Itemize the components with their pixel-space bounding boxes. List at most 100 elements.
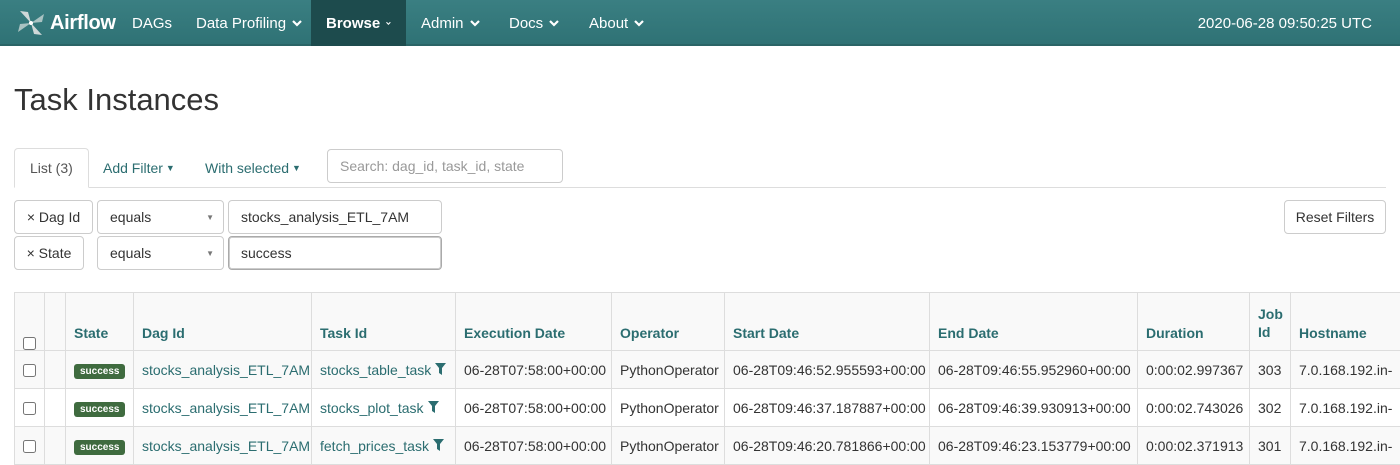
nav-about-label: About	[589, 15, 628, 32]
operator-cell: PythonOperator	[612, 351, 725, 389]
brand-name: Airflow	[50, 12, 116, 35]
filter-icon[interactable]	[433, 439, 444, 452]
dag-id-link[interactable]: stocks_analysis_ETL_7AM	[142, 362, 310, 378]
state-filter-input[interactable]: success	[228, 236, 442, 270]
table-header-row: State Dag Id Task Id Execution Date Oper…	[15, 293, 1400, 351]
chevron-down-icon	[292, 20, 302, 27]
state-cell: success	[66, 351, 134, 389]
task-instances-table: State Dag Id Task Id Execution Date Oper…	[14, 292, 1400, 465]
dag-id-cell: stocks_analysis_ETL_7AM	[134, 351, 312, 389]
duration-cell: 0:00:02.997367	[1138, 351, 1250, 389]
remove-state-filter-button[interactable]: × State	[14, 236, 84, 270]
state-filter-value: success	[241, 245, 292, 261]
task-id-link[interactable]: fetch_prices_task	[320, 438, 429, 454]
tab-list[interactable]: List (3)	[14, 148, 89, 188]
reset-filters-label: Reset Filters	[1296, 209, 1375, 225]
nav-data-profiling[interactable]: Data Profiling	[181, 0, 317, 46]
search-input[interactable]	[327, 149, 563, 183]
nav-admin[interactable]: Admin	[406, 0, 495, 46]
nav-data-profiling-label: Data Profiling	[196, 15, 286, 32]
row-select-cell	[15, 389, 45, 427]
row-checkbox[interactable]	[23, 364, 36, 377]
status-badge: success	[74, 440, 125, 455]
job-id-cell: 302	[1250, 389, 1291, 427]
dag-id-operator-select[interactable]: equals ▼	[97, 200, 224, 234]
chevron-down-icon	[634, 20, 644, 27]
column-header-operator[interactable]: Operator	[612, 293, 725, 351]
dag-id-operator-value: equals	[110, 209, 151, 225]
select-all-checkbox[interactable]	[23, 337, 36, 350]
nav-about[interactable]: About	[574, 0, 659, 46]
caret-down-icon: ▼	[166, 163, 175, 173]
row-select-cell	[15, 351, 45, 389]
filter-icon[interactable]	[435, 363, 446, 376]
job-id-line-1: Job	[1258, 306, 1283, 322]
table-row: success stocks_analysis_ETL_7AM stocks_p…	[15, 389, 1400, 427]
dag-id-filter-input[interactable]: stocks_analysis_ETL_7AM	[228, 200, 442, 234]
column-header-execution-date[interactable]: Execution Date	[456, 293, 612, 351]
with-selected-dropdown[interactable]: With selected ▼	[190, 148, 316, 188]
pinwheel-icon	[14, 8, 48, 38]
nav-dags-label: DAGs	[132, 15, 172, 32]
status-badge: success	[74, 364, 125, 379]
column-header-hostname[interactable]: Hostname	[1291, 293, 1400, 351]
execution-date-cell: 06-28T07:58:00+00:00	[456, 389, 612, 427]
row-checkbox[interactable]	[23, 440, 36, 453]
row-checkbox[interactable]	[23, 402, 36, 415]
add-filter-label: Add Filter	[103, 160, 163, 176]
column-header-start-date[interactable]: Start Date	[725, 293, 930, 351]
chevron-down-icon	[549, 20, 559, 27]
select-all-cell	[15, 293, 45, 351]
start-date-cell: 06-28T09:46:37.187887+00:00	[725, 389, 930, 427]
column-header-state[interactable]: State	[66, 293, 134, 351]
table-row: success stocks_analysis_ETL_7AM stocks_t…	[15, 351, 1400, 389]
page-title: Task Instances	[14, 82, 219, 118]
task-id-cell: stocks_plot_task	[312, 389, 456, 427]
chevron-down-icon	[386, 20, 391, 27]
task-id-link[interactable]: stocks_table_task	[320, 362, 431, 378]
dag-id-filter-value: stocks_analysis_ETL_7AM	[241, 209, 409, 225]
column-header-task-id[interactable]: Task Id	[312, 293, 456, 351]
state-operator-value: equals	[110, 245, 151, 261]
chevron-down-icon	[470, 20, 480, 27]
nav-browse-label: Browse	[326, 15, 380, 32]
add-filter-dropdown[interactable]: Add Filter ▼	[88, 148, 190, 188]
dag-id-link[interactable]: stocks_analysis_ETL_7AM	[142, 438, 310, 454]
with-selected-label: With selected	[205, 160, 289, 176]
tab-list-label: List (3)	[30, 160, 73, 176]
airflow-logo[interactable]: Airflow	[14, 0, 116, 46]
end-date-cell: 06-28T09:46:39.930913+00:00	[930, 389, 1138, 427]
nav-docs[interactable]: Docs	[494, 0, 574, 46]
filter-icon[interactable]	[428, 401, 439, 414]
nav-browse[interactable]: Browse	[311, 0, 406, 46]
nav-admin-label: Admin	[421, 15, 464, 32]
status-badge: success	[74, 402, 125, 417]
state-operator-select[interactable]: equals ▼	[97, 236, 224, 270]
utc-clock: 2020-06-28 09:50:25 UTC	[1198, 0, 1372, 46]
column-header-duration[interactable]: Duration	[1138, 293, 1250, 351]
dag-id-cell: stocks_analysis_ETL_7AM	[134, 389, 312, 427]
row-actions-cell	[45, 389, 66, 427]
reset-filters-button[interactable]: Reset Filters	[1284, 200, 1386, 234]
duration-cell: 0:00:02.743026	[1138, 389, 1250, 427]
state-cell: success	[66, 389, 134, 427]
operator-cell: PythonOperator	[612, 389, 725, 427]
dag-id-link[interactable]: stocks_analysis_ETL_7AM	[142, 400, 310, 416]
remove-dag-id-filter-button[interactable]: × Dag Id	[14, 200, 93, 234]
job-id-cell: 303	[1250, 351, 1291, 389]
nav-docs-label: Docs	[509, 15, 543, 32]
column-header-end-date[interactable]: End Date	[930, 293, 1138, 351]
end-date-cell: 06-28T09:46:55.952960+00:00	[930, 351, 1138, 389]
select-arrow-icon: ▼	[206, 249, 214, 258]
start-date-cell: 06-28T09:46:52.955593+00:00	[725, 351, 930, 389]
column-header-job-id[interactable]: Job Id	[1250, 293, 1291, 351]
top-navbar: Airflow DAGs Data Profiling Browse Admin…	[0, 0, 1400, 46]
task-id-link[interactable]: stocks_plot_task	[320, 400, 424, 416]
nav-dags[interactable]: DAGs	[117, 0, 187, 46]
hostname-cell: 7.0.168.192.in-	[1291, 351, 1400, 389]
remove-dag-id-filter-label: × Dag Id	[27, 209, 80, 225]
row-actions-cell	[45, 351, 66, 389]
column-header-dag-id[interactable]: Dag Id	[134, 293, 312, 351]
task-id-cell: stocks_table_task	[312, 351, 456, 389]
job-id-line-2: Id	[1258, 324, 1270, 340]
